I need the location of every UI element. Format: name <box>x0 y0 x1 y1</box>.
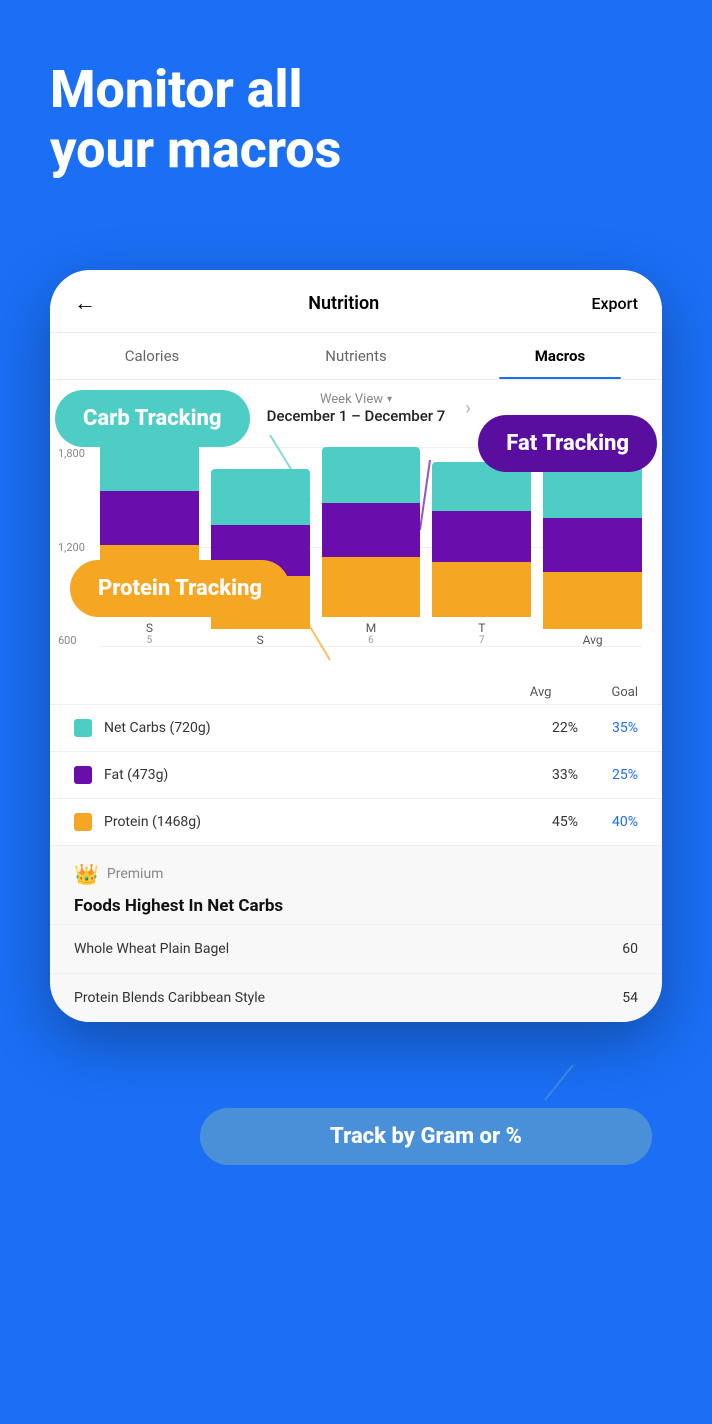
premium-heading: Foods Highest In Net Carbs <box>74 896 638 916</box>
food-value-1: 60 <box>622 941 638 957</box>
nav-title: Nutrition <box>308 293 379 314</box>
headline-line2: your macros <box>50 120 662 180</box>
week-label-wrap: Week View ▾ December 1 – December 7 <box>267 392 446 425</box>
bar-m6 <box>322 447 421 617</box>
week-view-label[interactable]: Week View ▾ <box>320 392 392 407</box>
tab-nutrients[interactable]: Nutrients <box>254 333 458 379</box>
bar-s6-carb <box>211 469 310 525</box>
next-week-button[interactable]: › <box>455 398 480 419</box>
y-axis-labels: 1,800 1,200 600 <box>58 447 85 647</box>
bar-s5-fat <box>100 491 199 545</box>
tab-macros[interactable]: Macros <box>458 333 662 379</box>
tabs-container: Calories Nutrients Macros <box>50 333 662 380</box>
bar-t7-fat <box>432 511 531 562</box>
bar-label-m6: M 6 <box>366 621 376 647</box>
fat-tracking-label: Fat Tracking <box>478 415 657 472</box>
bar-group-avg: Avg <box>543 464 642 647</box>
week-date-range: December 1 – December 7 <box>267 407 446 425</box>
bar-avg-protein <box>543 572 642 628</box>
phone-mockup: ← Nutrition Export Calories Nutrients Ma… <box>50 270 662 1022</box>
bar-label-avg: Avg <box>583 633 603 647</box>
fat-goal: 25% <box>578 767 638 783</box>
premium-badge: 👑 Premium <box>74 862 638 886</box>
protein-avg: 45% <box>518 814 578 830</box>
chevron-down-icon: ▾ <box>387 394 392 405</box>
bar-t7-protein <box>432 562 531 616</box>
stats-header-labels: Avg Goal <box>530 685 638 700</box>
fat-label: Fat (473g) <box>104 767 518 783</box>
carb-goal: 35% <box>578 720 638 736</box>
nav-header: ← Nutrition Export <box>50 270 662 333</box>
bar-group-t7: T 7 <box>432 462 531 647</box>
stats-avg-label: Avg <box>530 685 552 700</box>
protein-label: Protein (1468g) <box>104 814 518 830</box>
food-item-2[interactable]: Protein Blends Caribbean Style 54 <box>50 973 662 1022</box>
tab-calories[interactable]: Calories <box>50 333 254 379</box>
carb-label: Net Carbs (720g) <box>104 720 518 736</box>
protein-goal: 40% <box>578 814 638 830</box>
carb-avg: 22% <box>518 720 578 736</box>
stat-row-protein: Protein (1468g) 45% 40% <box>50 798 662 845</box>
stat-row-fat: Fat (473g) 33% 25% <box>50 751 662 798</box>
crown-icon: 👑 <box>74 862 99 886</box>
carb-tracking-label: Carb Tracking <box>55 390 250 447</box>
bar-m6-protein <box>322 557 421 617</box>
fat-avg: 33% <box>518 767 578 783</box>
chart-area: 1,800 1,200 600 S <box>50 437 662 677</box>
headline: Monitor all your macros <box>0 0 712 220</box>
premium-label: Premium <box>107 866 164 882</box>
bar-m6-carb <box>322 447 421 503</box>
gram-tracking-label: Track by Gram or % <box>200 1108 652 1165</box>
stats-header: Avg Goal <box>50 677 662 704</box>
bar-avg-fat <box>543 518 642 572</box>
bar-group-s6: S <box>211 469 310 647</box>
bar-t7 <box>432 462 531 617</box>
bar-label-s5: S 5 <box>146 621 153 647</box>
app-screen: ← Nutrition Export Calories Nutrients Ma… <box>50 270 662 1022</box>
bar-m6-fat <box>322 503 421 557</box>
stats-goal-label: Goal <box>611 685 638 700</box>
back-button[interactable]: ← <box>74 290 96 316</box>
food-value-2: 54 <box>622 990 638 1006</box>
food-name-1: Whole Wheat Plain Bagel <box>74 941 229 957</box>
premium-section: 👑 Premium Foods Highest In Net Carbs <box>50 845 662 924</box>
fat-color-box <box>74 766 92 784</box>
bar-avg <box>543 464 642 629</box>
carb-color-box <box>74 719 92 737</box>
headline-line1: Monitor all <box>50 60 662 120</box>
bar-label-t7: T 7 <box>478 621 485 647</box>
bar-label-s6: S <box>257 633 264 647</box>
bars-container: S 5 S <box>100 447 642 647</box>
food-name-2: Protein Blends Caribbean Style <box>74 990 265 1006</box>
export-button[interactable]: Export <box>591 294 638 313</box>
bar-group-m6: M 6 <box>322 447 421 647</box>
protein-color-box <box>74 813 92 831</box>
stat-row-carbs: Net Carbs (720g) 22% 35% <box>50 704 662 751</box>
food-item-1[interactable]: Whole Wheat Plain Bagel 60 <box>50 924 662 973</box>
protein-tracking-label: Protein Tracking <box>70 560 290 617</box>
